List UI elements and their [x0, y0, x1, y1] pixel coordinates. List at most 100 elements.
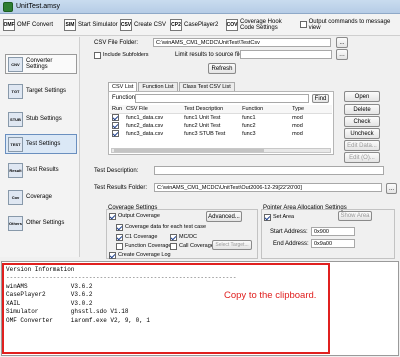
end-address-label: End Address:: [273, 241, 309, 247]
function-filter-input[interactable]: [135, 94, 309, 103]
caseplayer2-label: CasePlayer2: [184, 21, 219, 28]
end-address-input[interactable]: 0x9a00: [311, 239, 355, 248]
call-coverage-checkbox[interactable]: [170, 242, 177, 250]
col-function[interactable]: Function: [240, 105, 291, 114]
start-address-label: Start Address:: [270, 229, 308, 235]
call-coverage-label: Call Coverage: [179, 243, 214, 249]
include-subfolders-option[interactable]: Include Subfolders: [94, 51, 149, 59]
coverage-hook-icon: COV: [226, 18, 238, 31]
sidebar-item-stub[interactable]: STUB Stub Settings: [5, 109, 77, 129]
limit-results-input[interactable]: [240, 50, 332, 59]
call-coverage-option[interactable]: Call Coverage: [170, 242, 214, 250]
function-coverage-label: Function Coverage: [125, 243, 172, 249]
csv-tabs: CSV List Function List Class Test CSV Li…: [108, 82, 235, 91]
output-coverage-option[interactable]: Output Coverage: [109, 212, 160, 220]
caseplayer2-button[interactable]: CP2 CasePlayer2: [170, 16, 218, 33]
csv-table-header: Run CSV File Test Description Function T…: [110, 105, 332, 114]
function-coverage-checkbox[interactable]: [116, 242, 123, 250]
sidebar-item-test[interactable]: TEST Test Settings: [5, 134, 77, 154]
show-area-button[interactable]: Show Area: [338, 211, 372, 221]
table-row[interactable]: func3_data.csv func3 STUB Test func3 mod: [110, 130, 332, 138]
test-description-input[interactable]: [154, 166, 384, 175]
others-icon: Others: [8, 215, 23, 231]
function-filter-label: Function: [112, 95, 136, 101]
output-panel[interactable]: Version Information --------------------…: [1, 261, 399, 356]
type-cell: mod: [292, 130, 303, 137]
include-subfolders-checkbox[interactable]: [94, 51, 101, 59]
tab-function-list[interactable]: Function List: [138, 82, 178, 91]
start-simulator-label: Start Simulator: [78, 21, 118, 28]
copy-callout: Copy to the clipboard.: [224, 290, 317, 301]
omf-convert-button[interactable]: OMF OMF Convert: [3, 16, 53, 33]
sidebar-item-results[interactable]: Result Test Results: [5, 160, 77, 180]
col-csv-file[interactable]: CSV File: [124, 105, 183, 114]
set-area-checkbox[interactable]: [264, 213, 271, 221]
limit-results-label: Limit results to source file:: [175, 52, 245, 58]
find-button[interactable]: Find: [312, 94, 329, 103]
edit-other-button[interactable]: Edit (O)...: [344, 152, 380, 163]
edit-data-button[interactable]: Edit Data...: [344, 140, 380, 151]
each-case-label: Coverage data for each test case: [125, 224, 207, 230]
description-cell: func1 Unit Test: [184, 114, 221, 121]
open-button[interactable]: Open: [344, 91, 380, 102]
run-checkbox[interactable]: [112, 114, 119, 122]
toolbar: OMF OMF Convert SIM Start Simulator CSV …: [0, 14, 400, 36]
check-button[interactable]: Check: [344, 116, 380, 127]
mcdc-option[interactable]: MC/DC: [170, 233, 197, 241]
scrollbar-thumb[interactable]: [114, 149, 264, 152]
sidebar-item-label: Test Settings: [26, 141, 61, 147]
c1-coverage-checkbox[interactable]: [116, 233, 123, 241]
sidebar-item-label: Coverage: [26, 194, 53, 200]
start-address-input[interactable]: 0x900: [311, 227, 355, 236]
table-row[interactable]: func1_data.csv func1 Unit Test func1 mod: [110, 114, 332, 122]
function-coverage-option[interactable]: Function Coverage: [116, 242, 171, 250]
each-case-option[interactable]: Coverage data for each test case: [116, 223, 206, 231]
output-coverage-checkbox[interactable]: [109, 212, 116, 220]
col-type[interactable]: Type: [290, 105, 332, 114]
converter-icon: CNV: [8, 56, 23, 72]
simulator-icon: SIM: [64, 18, 76, 31]
c1-coverage-label: C1 Coverage: [125, 234, 158, 240]
sidebar-item-converter[interactable]: CNV Converter Settings: [5, 54, 77, 74]
run-checkbox[interactable]: [112, 130, 119, 137]
sidebar-item-label: Target Settings: [26, 88, 67, 94]
start-simulator-button[interactable]: SIM Start Simulator: [64, 16, 118, 33]
col-run[interactable]: Run: [110, 105, 125, 114]
advanced-button[interactable]: Advanced...: [206, 211, 242, 222]
sidebar-item-coverage[interactable]: Cov Coverage: [5, 187, 77, 207]
output-to-message-option[interactable]: Output commands to message view: [300, 16, 396, 33]
sidebar-item-target[interactable]: TGT Target Settings: [5, 81, 77, 101]
results-folder-input[interactable]: C:\winAMS_CM1_MCDC\UnitTest\Out2006-12-2…: [154, 183, 382, 192]
horizontal-scrollbar[interactable]: [111, 148, 331, 153]
uncheck-button[interactable]: Uncheck: [344, 128, 380, 139]
highlight-box: [2, 263, 330, 354]
limit-results-browse-button[interactable]: …: [336, 49, 348, 60]
c1-coverage-option[interactable]: C1 Coverage: [116, 233, 157, 241]
coverage-log-checkbox[interactable]: [109, 251, 116, 259]
results-folder-browse-button[interactable]: ...: [386, 183, 397, 194]
sidebar-item-other[interactable]: Others Other Settings: [5, 213, 77, 233]
tab-csv-list[interactable]: CSV List: [108, 82, 138, 91]
each-case-checkbox[interactable]: [116, 223, 123, 231]
set-area-option[interactable]: Set Area: [264, 213, 294, 221]
sidebar: CNV Converter Settings TGT Target Settin…: [0, 37, 80, 257]
output-to-message-checkbox[interactable]: [300, 21, 307, 28]
coverage-log-option[interactable]: Create Coverage Log: [109, 251, 171, 259]
select-target-button[interactable]: Select Target...: [212, 240, 252, 250]
include-subfolders-label: Include Subfolders: [103, 52, 149, 58]
description-cell: func2 Unit Test: [184, 122, 221, 129]
tab-class-test-csv-list[interactable]: Class Test CSV List: [178, 82, 235, 91]
csv-folder-input[interactable]: C:\winAMS_CM1_MCDC\UnitTest\TestCsv: [153, 38, 331, 47]
table-row[interactable]: func2_data.csv func2 Unit Test func2 mod: [110, 122, 332, 130]
function-cell: func1: [242, 114, 256, 121]
csv-folder-browse-button[interactable]: ...: [336, 37, 348, 48]
coverage-hook-button[interactable]: COV Coverage Hook Code Settings: [226, 16, 288, 33]
type-cell: mod: [292, 122, 303, 129]
refresh-button[interactable]: Refresh: [208, 63, 236, 74]
run-checkbox[interactable]: [112, 122, 119, 129]
col-test-description[interactable]: Test Description: [182, 105, 241, 114]
create-csv-button[interactable]: CSV Create CSV: [120, 16, 166, 33]
delete-button[interactable]: Delete: [344, 104, 380, 115]
mcdc-checkbox[interactable]: [170, 233, 177, 241]
window-title: UnitTest.amsy: [16, 3, 60, 10]
